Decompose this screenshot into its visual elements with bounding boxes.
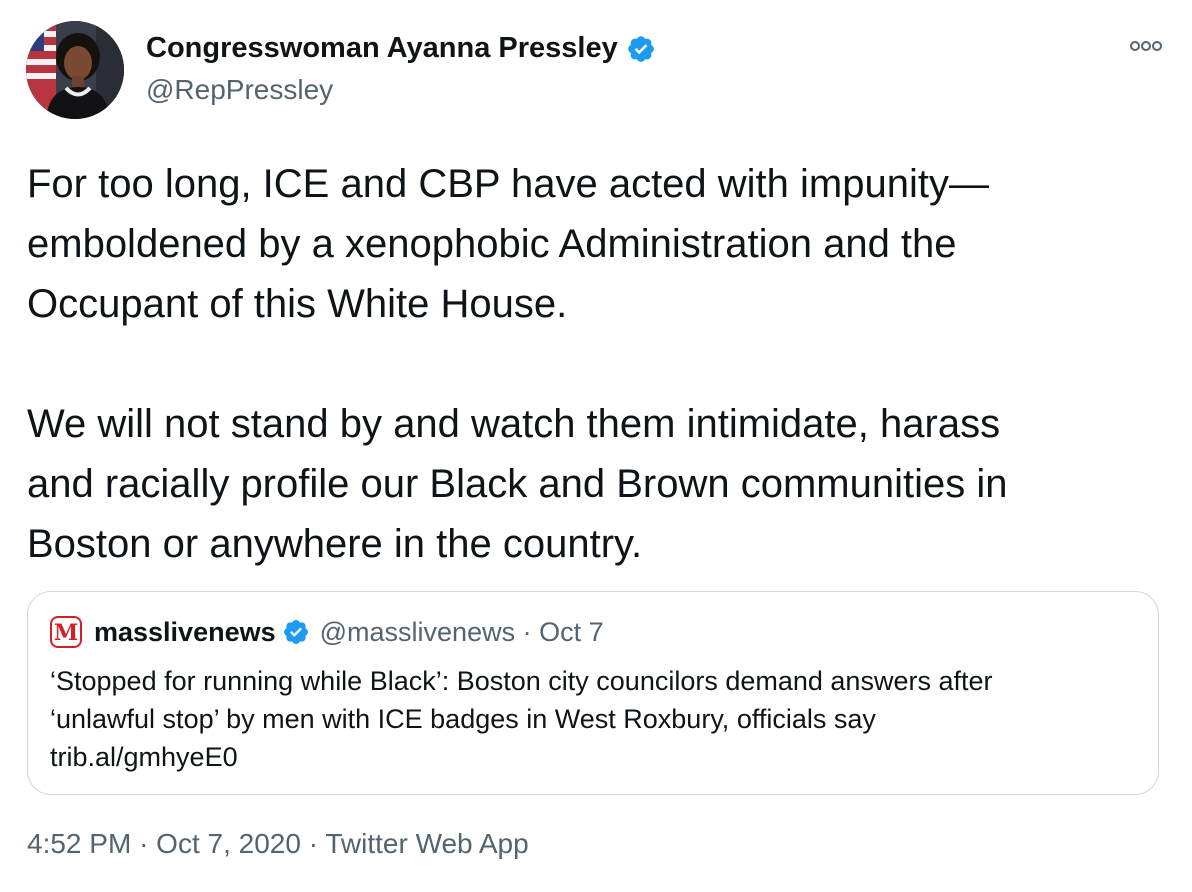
- verified-badge-icon: [627, 35, 654, 62]
- quoted-tweet-line: ‘Stopped for running while Black’: Bosto…: [50, 666, 993, 696]
- tweet-paragraph: For too long, ICE and CBP have acted wit…: [27, 162, 989, 326]
- quoted-author-handle: @masslivenews: [319, 616, 516, 647]
- quoted-tweet-link[interactable]: trib.al/gmhyeE0: [50, 738, 1140, 776]
- quoted-author-name: masslivenews: [94, 616, 276, 647]
- tweet-timestamp: 4:52 PM · Oct 7, 2020 · Twitter Web App: [27, 828, 529, 860]
- quoted-tweet-text: ‘Stopped for running while Black’: Bosto…: [50, 662, 1140, 776]
- tweet-date[interactable]: Oct 7, 2020: [156, 828, 301, 859]
- author-display-name[interactable]: Congresswoman Ayanna Pressley: [146, 32, 618, 65]
- tweet-text: For too long, ICE and CBP have acted wit…: [27, 154, 1157, 574]
- quoted-tweet-card[interactable]: M masslivenews @masslivenews · Oct 7 ‘St…: [27, 591, 1159, 795]
- masslive-logo-icon: M: [50, 616, 82, 648]
- tweet-time[interactable]: 4:52 PM: [27, 828, 131, 859]
- tweet-paragraph: We will not stand by and watch them inti…: [27, 402, 1008, 566]
- svg-text:M: M: [54, 620, 78, 646]
- author-handle[interactable]: @RepPressley: [146, 74, 333, 106]
- avatar[interactable]: [26, 21, 124, 119]
- separator-dot: ·: [139, 828, 149, 859]
- author-display-name-row[interactable]: Congresswoman Ayanna Pressley: [146, 32, 656, 65]
- separator-dot: ·: [522, 616, 532, 647]
- quoted-tweet-date: Oct 7: [539, 616, 604, 647]
- quoted-tweet-header: M masslivenews @masslivenews · Oct 7: [50, 616, 604, 648]
- more-options-icon[interactable]: [1128, 36, 1164, 56]
- verified-badge-icon: [283, 620, 308, 644]
- avatar-photo: [26, 21, 124, 119]
- quoted-tweet-line: ‘unlawful stop’ by men with ICE badges i…: [50, 704, 876, 734]
- tweet-source-app[interactable]: Twitter Web App: [325, 828, 528, 859]
- separator-dot: ·: [308, 828, 319, 859]
